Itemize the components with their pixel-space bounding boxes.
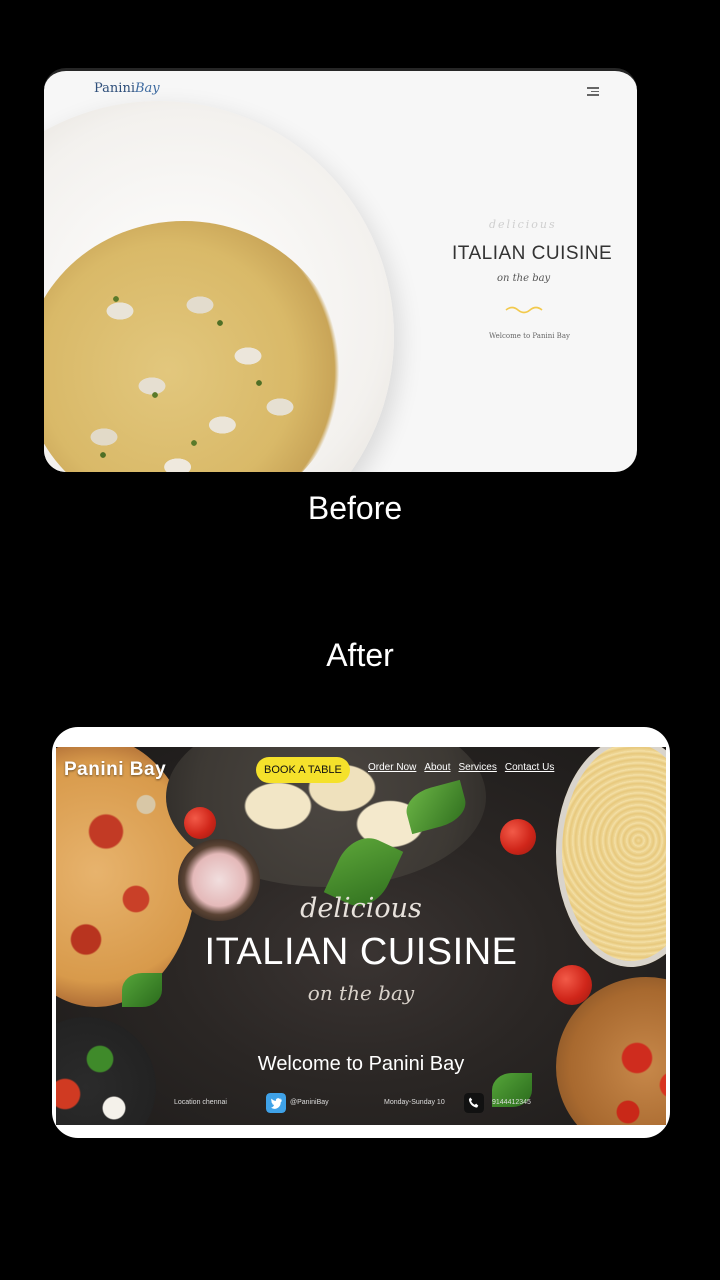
footer-phone[interactable]: 9144412345 xyxy=(492,1099,531,1106)
hero-background: Panini Bay BOOK A TABLE Order Now About … xyxy=(56,747,666,1125)
welcome-text: Welcome to Panini Bay xyxy=(257,1053,465,1075)
logo-script: Bay xyxy=(134,81,160,96)
hero-title: ITALIAN CUISINE xyxy=(452,243,613,264)
footer-twitter-handle[interactable]: @PaniniBay xyxy=(290,1099,329,1106)
nav-about[interactable]: About xyxy=(424,762,450,773)
hamburger-menu-icon[interactable] xyxy=(587,87,599,96)
top-nav: Order Now About Services Contact Us xyxy=(368,762,554,773)
nav-services[interactable]: Services xyxy=(459,762,497,773)
delicious-tagline: delicious xyxy=(489,218,557,231)
after-label: After xyxy=(326,637,394,673)
hero-subtitle: on the bay xyxy=(307,981,415,1005)
phone-icon[interactable] xyxy=(464,1093,484,1113)
before-label: Before xyxy=(307,490,403,526)
logo-text: Panini xyxy=(94,81,135,96)
logo[interactable]: Panini Bay xyxy=(64,759,166,781)
nav-contact-us[interactable]: Contact Us xyxy=(505,762,554,773)
nav-order-now[interactable]: Order Now xyxy=(368,762,416,773)
welcome-text: Welcome to Panini Bay xyxy=(489,332,570,340)
hero-title: ITALIAN CUISINE xyxy=(204,931,518,973)
footer-contact-bar: Location chennai @PaniniBay Monday-Sunda… xyxy=(174,1093,564,1113)
book-table-button[interactable]: BOOK A TABLE xyxy=(256,757,350,783)
hero-subtitle: on the bay xyxy=(497,273,551,284)
herbs-garnish xyxy=(64,251,324,472)
squiggle-divider xyxy=(505,306,543,314)
footer-hours: Monday-Sunday 10 xyxy=(384,1099,445,1106)
tomato xyxy=(500,819,536,855)
delicious-tagline: delicious xyxy=(300,893,422,924)
twitter-icon[interactable] xyxy=(266,1093,286,1113)
before-screenshot: PaniniBay delicious ITALIAN CUISINE on t… xyxy=(44,68,637,472)
tomato xyxy=(184,807,216,839)
logo[interactable]: PaniniBay xyxy=(94,81,160,96)
footer-location: Location chennai xyxy=(174,1099,227,1106)
after-screenshot: Panini Bay BOOK A TABLE Order Now About … xyxy=(52,727,670,1138)
